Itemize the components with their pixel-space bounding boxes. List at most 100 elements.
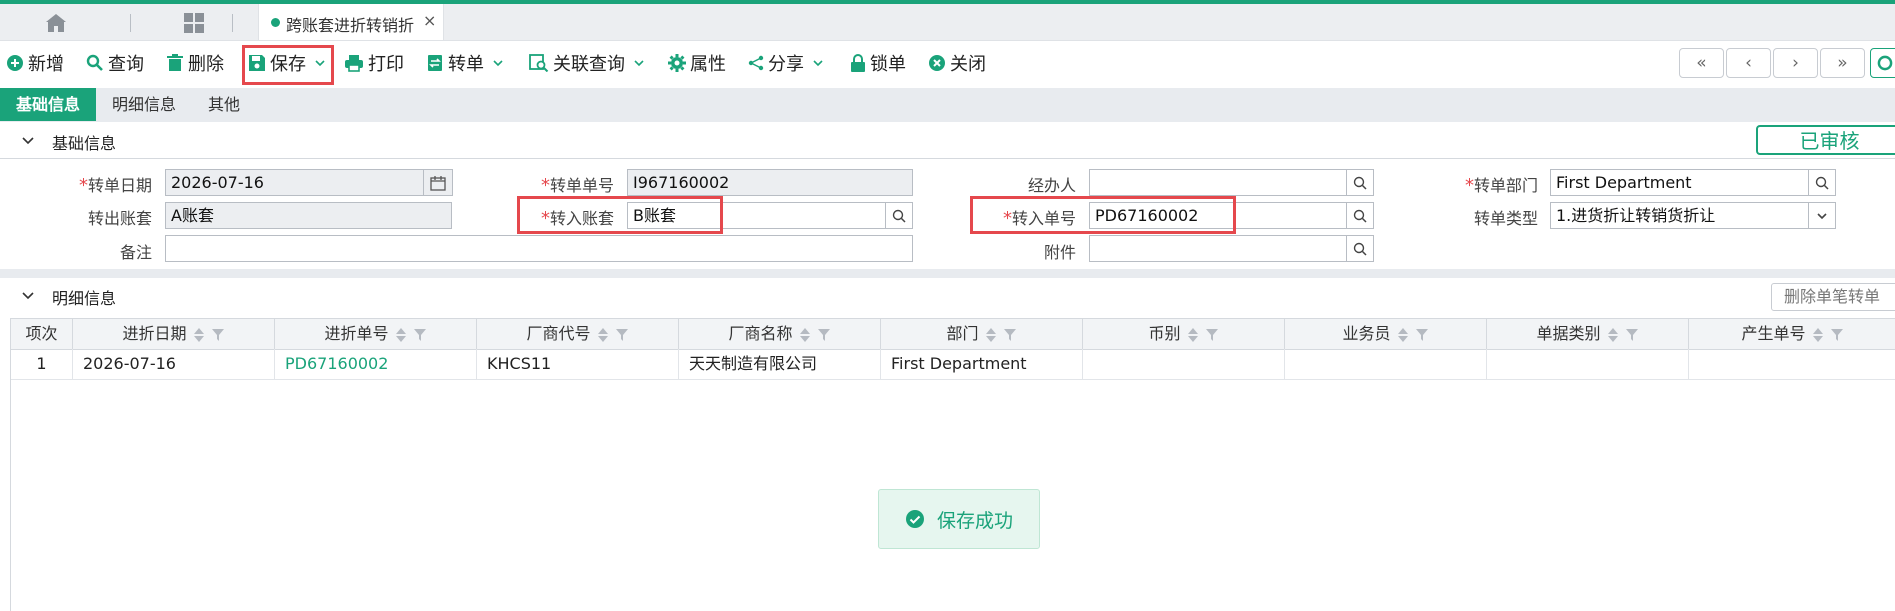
column-header[interactable]: 部门 <box>881 319 1083 349</box>
filter-icon[interactable] <box>1003 328 1017 342</box>
sort-icon[interactable] <box>597 327 609 343</box>
query-button[interactable]: 查询 <box>86 49 144 77</box>
column-header[interactable]: 进折日期 <box>73 319 275 349</box>
search-icon <box>86 54 103 71</box>
sort-icon[interactable] <box>985 327 997 343</box>
tab-other[interactable]: 其他 <box>192 88 256 121</box>
transfer-date-field[interactable]: 2026-07-16 <box>165 169 425 196</box>
document-tab-label: 跨账套进折转销折 <box>286 16 415 35</box>
filter-icon[interactable] <box>1415 328 1429 342</box>
chevron-down-icon[interactable] <box>20 132 36 148</box>
apps-grid-icon[interactable] <box>182 12 206 34</box>
home-icon[interactable] <box>44 12 68 34</box>
section-tab-strip <box>0 88 1895 122</box>
table-cell: KHCS11 <box>477 349 679 379</box>
share-button[interactable]: 分享 <box>748 49 828 77</box>
print-button[interactable]: 打印 <box>344 49 404 77</box>
required-mark: * <box>78 175 88 196</box>
calendar-button[interactable] <box>423 169 453 196</box>
transfer-button[interactable]: 转单 <box>426 49 508 77</box>
sort-icon[interactable] <box>1397 327 1409 343</box>
table-row[interactable]: 1 2026-07-16 PD67160002 KHCS11 天天制造有限公司 … <box>11 349 1895 380</box>
column-header[interactable]: 币别 <box>1083 319 1285 349</box>
chevron-down-icon[interactable] <box>633 57 645 69</box>
filter-icon[interactable] <box>211 328 225 342</box>
column-header[interactable]: 厂商代号 <box>477 319 679 349</box>
out-account-field[interactable]: A账套 <box>165 202 452 229</box>
first-record-button[interactable]: « <box>1679 48 1724 78</box>
table-cell <box>1083 349 1285 379</box>
basic-info-title: 基础信息 <box>52 134 117 153</box>
column-header[interactable]: 厂商名称 <box>679 319 881 349</box>
handler-lookup-button[interactable] <box>1346 169 1374 196</box>
column-header[interactable]: 业务员 <box>1285 319 1487 349</box>
new-button[interactable]: 新增 <box>6 49 64 77</box>
chevron-down-icon[interactable] <box>20 287 36 303</box>
column-header[interactable]: 进折单号 <box>275 319 477 349</box>
transfer-doc-icon <box>428 55 442 71</box>
sort-icon[interactable] <box>799 327 811 343</box>
sort-icon[interactable] <box>193 327 205 343</box>
column-header[interactable]: 项次 <box>11 319 73 349</box>
in-account-lookup-button[interactable] <box>885 202 913 229</box>
related-search-icon <box>529 54 549 72</box>
filter-icon[interactable] <box>1205 328 1219 342</box>
attachment-lookup-button[interactable] <box>1346 235 1374 262</box>
table-cell: 1 <box>11 349 73 379</box>
printer-icon <box>345 55 363 72</box>
delete-single-transfer-button[interactable]: 删除单笔转单 <box>1771 283 1895 311</box>
properties-button[interactable]: 属性 <box>668 49 726 77</box>
tab-separator <box>130 14 131 32</box>
lock-button[interactable]: 锁单 <box>850 49 906 77</box>
transfer-no-field[interactable]: I967160002 <box>627 169 913 196</box>
remark-field[interactable] <box>165 235 913 262</box>
remark-label: 备注 <box>119 243 152 262</box>
sort-icon[interactable] <box>1607 327 1619 343</box>
related-query-label: 关联查询 <box>553 54 625 75</box>
sort-icon[interactable] <box>395 327 407 343</box>
column-header[interactable]: 产生单号 <box>1689 319 1895 349</box>
check-circle-icon <box>905 510 924 528</box>
table-cell <box>1689 349 1895 379</box>
detail-info-title: 明细信息 <box>52 289 117 308</box>
sort-icon[interactable] <box>1812 327 1824 343</box>
trash-icon <box>167 54 183 71</box>
tab-detail-info[interactable]: 明细信息 <box>98 88 190 121</box>
filter-icon[interactable] <box>615 328 629 342</box>
transfer-label: 转单 <box>448 54 484 75</box>
search-icon <box>1353 242 1367 256</box>
settings-gear-button[interactable] <box>1870 48 1895 78</box>
tab-basic-info[interactable]: 基础信息 <box>0 88 96 121</box>
last-record-button[interactable]: » <box>1820 48 1865 78</box>
related-query-button[interactable]: 关联查询 <box>529 49 649 77</box>
filter-icon[interactable] <box>817 328 831 342</box>
chevron-down-icon[interactable] <box>492 57 504 69</box>
filter-icon[interactable] <box>1830 328 1844 342</box>
section-divider <box>0 269 1895 278</box>
basic-info-header[interactable]: 基础信息 <box>0 124 1895 159</box>
column-header[interactable]: 单据类别 <box>1487 319 1689 349</box>
close-button[interactable]: 关闭 <box>928 49 986 77</box>
search-icon <box>1815 176 1829 190</box>
transfer-dept-field[interactable]: First Department <box>1550 169 1810 196</box>
prev-record-button[interactable]: ‹ <box>1726 48 1771 78</box>
filter-icon[interactable] <box>1625 328 1639 342</box>
table-cell: 2026-07-16 <box>73 349 275 379</box>
document-tab[interactable]: 跨账套进折转销折 × <box>258 4 444 40</box>
in-no-lookup-button[interactable] <box>1346 202 1374 229</box>
sort-icon[interactable] <box>1187 327 1199 343</box>
transfer-type-select[interactable]: 1.进货折让转销货折让 <box>1550 202 1810 229</box>
handler-field[interactable] <box>1089 169 1347 196</box>
delete-button[interactable]: 删除 <box>166 49 224 77</box>
transfer-type-dropdown-button[interactable] <box>1808 202 1836 229</box>
close-tab-icon[interactable]: × <box>423 11 436 30</box>
attachment-field[interactable] <box>1089 235 1347 262</box>
save-success-toast: 保存成功 <box>878 489 1040 549</box>
detail-info-header[interactable]: 明细信息 <box>0 279 1895 313</box>
filter-icon[interactable] <box>413 328 427 342</box>
grid-header: 项次 进折日期 进折单号 厂商代号 厂商名称 部门 币别 业务员 单据类别 产生… <box>11 318 1895 350</box>
chevron-down-icon[interactable] <box>812 57 824 69</box>
table-cell-link[interactable]: PD67160002 <box>275 349 477 379</box>
next-record-button[interactable]: › <box>1773 48 1818 78</box>
dept-lookup-button[interactable] <box>1808 169 1836 196</box>
